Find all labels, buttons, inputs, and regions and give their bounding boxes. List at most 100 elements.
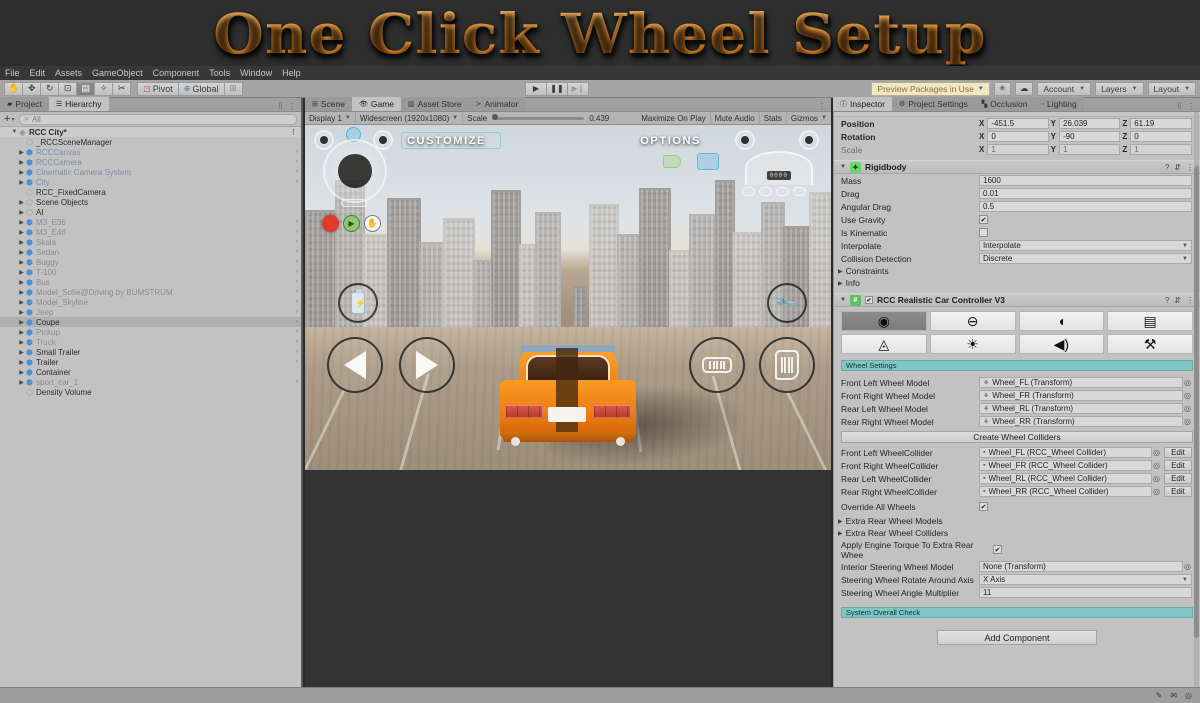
inspector-panel-options[interactable]: ⌷ ⋮	[1084, 101, 1200, 111]
scale-x-input[interactable]: 1	[987, 144, 1048, 155]
info-foldout[interactable]: ▶ Info	[834, 277, 1200, 289]
scale-z-input[interactable]: 1	[1130, 144, 1192, 155]
foldout-icon[interactable]: ▶	[18, 329, 25, 336]
foldout-icon[interactable]: ▶	[18, 379, 25, 386]
prefab-open-icon[interactable]: ›	[296, 309, 298, 315]
hierarchy-item[interactable]: ▶⬡AI	[0, 207, 301, 217]
object-picker-icon[interactable]: ◎	[1152, 474, 1161, 483]
constraints-foldout[interactable]: ▶ Constraints	[834, 265, 1200, 277]
hierarchy-item[interactable]: ▶⬢Sedan›	[0, 247, 301, 257]
use-gravity-checkbox[interactable]: ✔	[979, 215, 988, 224]
panel-options[interactable]: ⌷ ⋮	[109, 101, 301, 111]
preset-icon[interactable]: ⇵	[1174, 296, 1181, 305]
wheel-model-object-field[interactable]: ⚘Wheel_RR (Transform)	[979, 416, 1183, 427]
prefab-open-icon[interactable]: ›	[296, 359, 298, 365]
prefab-open-icon[interactable]: ›	[296, 319, 298, 325]
prefab-open-icon[interactable]: ›	[296, 259, 298, 265]
foldout-icon[interactable]: ▶	[18, 209, 25, 216]
hierarchy-item[interactable]: ▶⬢Jeep›	[0, 307, 301, 317]
prefab-open-icon[interactable]: ›	[296, 179, 298, 185]
object-picker-icon[interactable]: ◎	[1183, 391, 1192, 400]
game-panel-options[interactable]: ⋮	[525, 102, 831, 111]
account-dropdown[interactable]: Account ▼	[1037, 82, 1091, 96]
foldout-icon[interactable]: ▶	[18, 369, 25, 376]
foldout-icon[interactable]: ▶	[18, 239, 25, 246]
foldout-icon[interactable]: ▶	[18, 229, 25, 236]
kebab-menu-icon[interactable]: ⋮	[290, 128, 297, 136]
wheel-collider-object-field[interactable]: ▪Wheel_RR (RCC_Wheel Collider)	[979, 486, 1152, 497]
wheel-settings-icon[interactable]: ◉	[841, 311, 927, 331]
interpolate-dropdown[interactable]: Interpolate ▼	[979, 240, 1192, 251]
hierarchy-item[interactable]: ▶⬢sport_car_1›	[0, 377, 301, 387]
prefab-open-icon[interactable]: ›	[296, 379, 298, 385]
position-x-input[interactable]: -451.5	[987, 118, 1048, 129]
menu-item-gameobject[interactable]: GameObject	[92, 68, 143, 78]
sound-settings-icon[interactable]: ◀)	[1019, 334, 1105, 354]
brake-settings-icon[interactable]: ◖	[1019, 311, 1105, 331]
foldout-icon[interactable]: ▼	[840, 297, 846, 303]
tab-inspector[interactable]: ⓘInspector	[833, 97, 892, 111]
foldout-icon[interactable]: ▶	[18, 199, 25, 206]
foldout-icon[interactable]: ▶	[18, 309, 25, 316]
hierarchy-item[interactable]: ▶⬢Cinematic Camera System›	[0, 167, 301, 177]
kebab-menu-icon[interactable]: ⋮	[288, 102, 296, 111]
pause-button[interactable]: ❚❚	[546, 82, 568, 96]
hierarchy-item[interactable]: ⬡_RCCSceneManager	[0, 137, 301, 147]
drag-input[interactable]: 0.01	[979, 188, 1192, 199]
indicator-row-3[interactable]	[776, 187, 789, 196]
cloud-button[interactable]: ☁	[1015, 82, 1034, 96]
menu-item-edit[interactable]: Edit	[30, 68, 46, 78]
menu-item-file[interactable]: File	[5, 68, 20, 78]
scale-slider[interactable]: Scale 0.439	[463, 112, 613, 125]
extra-rear-colliders-foldout[interactable]: ▶ Extra Rear Wheel Colliders	[834, 527, 1200, 539]
scale-slider-track[interactable]	[492, 117, 584, 120]
add-gameobject-button[interactable]: + ▾	[4, 113, 14, 125]
hierarchy-item[interactable]: ▶⬢Model_Skyline›	[0, 297, 301, 307]
edit-icon[interactable]: ✎	[1156, 691, 1163, 700]
tab-scene[interactable]: ⊞Scene	[305, 97, 352, 111]
lock-icon[interactable]: ⌷	[278, 101, 283, 111]
interior-wheel-field[interactable]: None (Transform)	[979, 561, 1183, 572]
game-render-area[interactable]: ▶ ✋ CUSTOMIZE OPTIONS 0000	[305, 125, 831, 703]
play-button[interactable]: ▶	[525, 82, 547, 96]
hierarchy-item[interactable]: ▶⬢Coupe›	[0, 317, 301, 327]
object-picker-icon[interactable]: ◎	[1183, 404, 1192, 413]
tab-animator[interactable]: ≻Animator	[469, 97, 526, 111]
hierarchy-item[interactable]: ▶⬢Buggy›	[0, 257, 301, 267]
hierarchy-item[interactable]: ▶⬢RCCCanvas›	[0, 147, 301, 157]
rect-tool[interactable]: ▤	[76, 82, 95, 96]
check-icon[interactable]: ◎	[1185, 691, 1192, 700]
hand-tool[interactable]: ✋	[4, 82, 23, 96]
rotation-y-input[interactable]: -90	[1059, 131, 1120, 142]
rotation-z-input[interactable]: 0	[1130, 131, 1192, 142]
position-z-input[interactable]: 61.19	[1130, 118, 1192, 129]
prefab-open-icon[interactable]: ›	[296, 279, 298, 285]
hierarchy-item[interactable]: ▶⬡Scene Objects	[0, 197, 301, 207]
foldout-icon[interactable]: ▶	[18, 349, 25, 356]
tools-settings-icon[interactable]: ⚒	[1107, 334, 1193, 354]
services-button[interactable]: ✳	[994, 82, 1011, 96]
mass-input[interactable]: 1600	[979, 175, 1192, 186]
preview-packages-button[interactable]: Preview Packages in Use ▼	[871, 82, 989, 96]
options-label[interactable]: OPTIONS	[640, 135, 701, 147]
tab-project[interactable]: ▰Project	[0, 97, 49, 111]
extra-rear-models-foldout[interactable]: ▶ Extra Rear Wheel Models	[834, 515, 1200, 527]
menu-item-component[interactable]: Component	[153, 68, 200, 78]
prefab-open-icon[interactable]: ›	[296, 329, 298, 335]
hierarchy-item[interactable]: ▼◈RCC City*⋮	[0, 127, 301, 137]
rotate-axis-dropdown[interactable]: X Axis ▼	[979, 574, 1192, 585]
override-all-checkbox[interactable]: ✔	[979, 502, 988, 511]
foldout-icon[interactable]: ▶	[18, 319, 25, 326]
menu-item-tools[interactable]: Tools	[209, 68, 230, 78]
pivot-toggle[interactable]: ◳ Pivot	[137, 82, 179, 96]
tab-occlusion[interactable]: ▚Occlusion	[975, 97, 1035, 111]
foldout-icon[interactable]: ▶	[18, 219, 25, 226]
tab-project-settings[interactable]: ⚙Project Settings	[892, 97, 975, 111]
foldout-icon[interactable]: ▶	[18, 339, 25, 346]
timer-icon[interactable]	[346, 127, 361, 142]
foldout-icon[interactable]: ▶	[18, 359, 25, 366]
snap-toggle[interactable]: ⊞	[224, 82, 243, 96]
foldout-icon[interactable]: ▶	[18, 259, 25, 266]
foldout-icon[interactable]: ▶	[18, 299, 25, 306]
move-tool[interactable]: ✥	[22, 82, 41, 96]
